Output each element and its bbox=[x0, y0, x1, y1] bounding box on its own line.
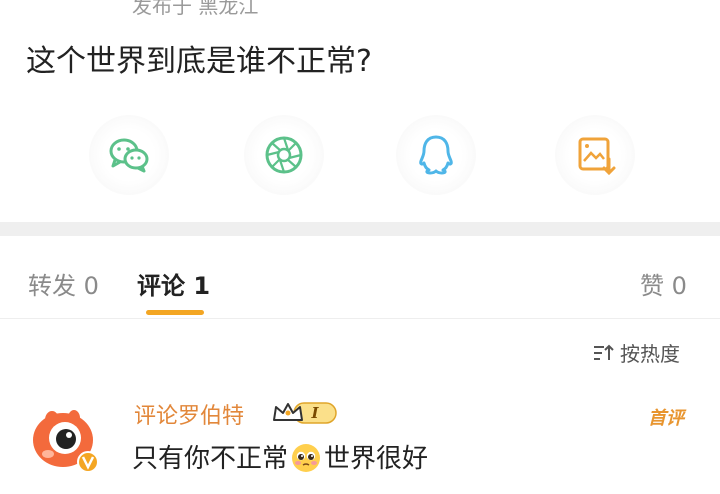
comment-item[interactable]: 评论罗伯特 I 首评 只有你不正常 世界很好 bbox=[0, 392, 720, 494]
share-qq-button[interactable] bbox=[396, 115, 476, 195]
post-section: 发布于 黑龙江 这个世界到底是谁不正常? bbox=[0, 0, 720, 222]
sort-button[interactable]: 按热度 bbox=[592, 338, 680, 367]
avatar[interactable] bbox=[28, 404, 98, 474]
sort-label: 按热度 bbox=[620, 342, 680, 366]
tabs-divider bbox=[0, 318, 720, 319]
save-image-button[interactable] bbox=[555, 115, 635, 195]
comment-username[interactable]: 评论罗伯特 bbox=[134, 398, 244, 430]
share-wechat-button[interactable] bbox=[89, 115, 169, 195]
moments-icon bbox=[265, 136, 303, 174]
crown-badge-icon: I bbox=[273, 402, 337, 424]
comment-text-part2: 世界很好 bbox=[324, 444, 429, 474]
save-image-icon bbox=[578, 137, 616, 176]
first-comment-tag: 首评 bbox=[648, 408, 684, 429]
sort-icon bbox=[594, 344, 614, 360]
post-text: 这个世界到底是谁不正常? bbox=[26, 44, 372, 79]
tab-likes[interactable]: 赞 0 bbox=[640, 266, 687, 301]
share-row bbox=[0, 115, 720, 195]
pleading-face-emoji bbox=[292, 443, 321, 472]
tab-bar: 转发 0 评论 1 赞 0 bbox=[0, 236, 720, 320]
tab-comments[interactable]: 评论 1 bbox=[137, 266, 210, 301]
post-location: 发布于 黑龙江 bbox=[132, 0, 259, 18]
qq-icon bbox=[419, 135, 453, 175]
tab-repost[interactable]: 转发 0 bbox=[28, 266, 99, 301]
badge-level: I bbox=[310, 404, 319, 422]
active-tab-indicator bbox=[146, 310, 204, 315]
share-moments-button[interactable] bbox=[244, 115, 324, 195]
comment-text-part1: 只有你不正常 bbox=[132, 444, 289, 474]
section-divider bbox=[0, 222, 720, 236]
comment-text: 只有你不正常 世界很好 bbox=[132, 438, 428, 475]
wechat-icon bbox=[109, 138, 149, 173]
